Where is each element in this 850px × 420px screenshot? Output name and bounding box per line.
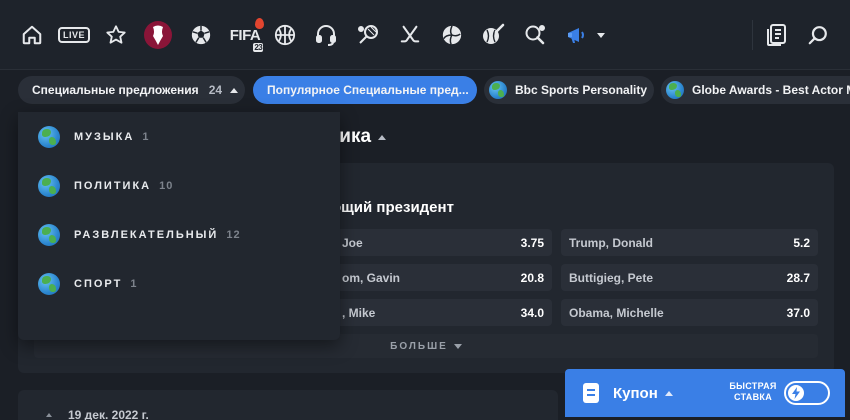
- fifa-icon[interactable]: FIFA 23: [228, 17, 265, 53]
- tennis-icon[interactable]: [353, 17, 383, 53]
- show-more-label: БОЛЬШЕ: [390, 340, 448, 352]
- lightning-icon: [788, 385, 804, 401]
- esports-headset-icon[interactable]: [311, 17, 341, 53]
- specials-dropdown-menu: МУЗЫКА 1 ПОЛИТИКА 10 РАЗВЛЕКАТЕЛЬНЫЙ 12 …: [18, 112, 340, 340]
- dropdown-item-label: МУЗЫКА: [74, 131, 135, 143]
- dropdown-item-entertainment[interactable]: РАЗВЛЕКАТЕЛЬНЫЙ 12: [38, 222, 241, 248]
- fifa-number: 23: [253, 42, 264, 52]
- basketball-icon[interactable]: [270, 17, 300, 53]
- nav-divider: [752, 20, 753, 50]
- flame-icon: [255, 17, 265, 29]
- chip-label: Популярное Специальные пред...: [267, 83, 469, 97]
- live-icon[interactable]: LIVE: [58, 17, 91, 53]
- search-icon[interactable]: [803, 17, 833, 53]
- chevron-down-icon: [453, 343, 462, 349]
- chevron-up-icon: [230, 87, 239, 93]
- coupon-label: Купон: [613, 384, 658, 402]
- selection-name: om, Gavin: [342, 270, 401, 285]
- chevron-up-icon: [664, 390, 673, 396]
- dropdown-item-count: 1: [130, 278, 138, 290]
- star-icon[interactable]: [101, 17, 131, 53]
- odd-button[interactable]: om, Gavin 20.8: [320, 264, 552, 291]
- dropdown-item-politics[interactable]: ПОЛИТИКА 10: [38, 173, 173, 199]
- chip-bbc-sports-personality[interactable]: Bbc Sports Personality: [484, 76, 654, 104]
- chevron-up-icon: [46, 413, 52, 417]
- chip-label: Bbc Sports Personality: [515, 83, 648, 97]
- chip-globe-awards[interactable]: Globe Awards - Best Actor M: [661, 76, 850, 104]
- selection-price: 34.0: [520, 305, 544, 320]
- specials-count: 24: [208, 83, 223, 97]
- soccer-ball-icon[interactable]: [186, 17, 216, 53]
- globe-icon: [38, 175, 60, 197]
- odd-button[interactable]: Obama, Michelle 37.0: [561, 299, 818, 326]
- dropdown-item-count: 1: [142, 131, 150, 143]
- selection-price: 28.7: [786, 270, 810, 285]
- dropdown-item-count: 12: [226, 229, 241, 241]
- selection-price: 5.2: [793, 235, 810, 250]
- dropdown-item-music[interactable]: МУЗЫКА 1: [38, 124, 149, 150]
- selection-price: 20.8: [520, 270, 544, 285]
- selection-name: Joe: [342, 235, 363, 250]
- quick-bet-label: БЫСТРАЯ СТАВКА: [729, 381, 777, 402]
- live-label: LIVE: [58, 27, 91, 43]
- volleyball-icon[interactable]: [437, 17, 467, 53]
- odd-button[interactable]: Buttigieg, Pete 28.7: [561, 264, 818, 291]
- market-title: ующий президент: [320, 199, 454, 216]
- selection-name: Obama, Michelle: [569, 305, 664, 320]
- home-icon[interactable]: [17, 17, 47, 53]
- bet-slip-icon[interactable]: [762, 17, 792, 53]
- hockey-icon[interactable]: [395, 17, 425, 53]
- odd-button[interactable]: Trump, Donald 5.2: [561, 229, 818, 256]
- selection-price: 37.0: [786, 305, 810, 320]
- odd-button[interactable]: , Mike 34.0: [320, 299, 552, 326]
- specials-label: Специальные предложения: [32, 83, 199, 97]
- world-cup-icon[interactable]: [143, 17, 173, 53]
- dropdown-item-count: 10: [159, 180, 174, 192]
- top-navigation: LIVE FIFA 23: [0, 0, 850, 70]
- chip-popular-specials[interactable]: Популярное Специальные пред...: [253, 76, 477, 104]
- globe-icon: [489, 81, 507, 99]
- baseball-icon[interactable]: [478, 17, 508, 53]
- selection-name: , Mike: [342, 305, 376, 320]
- chip-label: Globe Awards - Best Actor M: [692, 83, 850, 97]
- specials-filter-chip[interactable]: Специальные предложения 24: [18, 76, 245, 104]
- dropdown-item-label: РАЗВЛЕКАТЕЛЬНЫЙ: [74, 229, 219, 241]
- chevron-up-icon: [378, 134, 387, 140]
- globe-icon: [38, 273, 60, 295]
- coupon-bar[interactable]: Купон БЫСТРАЯ СТАВКА: [565, 369, 845, 417]
- fifa-label: FIFA: [229, 26, 261, 44]
- odd-button[interactable]: Joe 3.75: [320, 229, 552, 256]
- dropdown-item-label: ПОЛИТИКА: [74, 180, 152, 192]
- globe-icon: [666, 81, 684, 99]
- promo-megaphone-icon[interactable]: [562, 17, 592, 53]
- date-label: 19 дек. 2022 г.: [68, 408, 149, 420]
- selection-name: Buttigieg, Pete: [569, 270, 654, 285]
- globe-icon: [38, 224, 60, 246]
- dropdown-item-sport[interactable]: СПОРТ 1: [38, 271, 137, 297]
- quick-bet-toggle[interactable]: [784, 381, 830, 405]
- coupon-document-icon: [583, 383, 599, 403]
- selection-price: 3.75: [520, 235, 544, 250]
- globe-icon: [38, 126, 60, 148]
- selection-name: Trump, Donald: [569, 235, 653, 250]
- more-sports-chevron-down-icon[interactable]: [593, 17, 609, 53]
- dropdown-item-label: СПОРТ: [74, 278, 123, 290]
- table-tennis-icon[interactable]: [520, 17, 550, 53]
